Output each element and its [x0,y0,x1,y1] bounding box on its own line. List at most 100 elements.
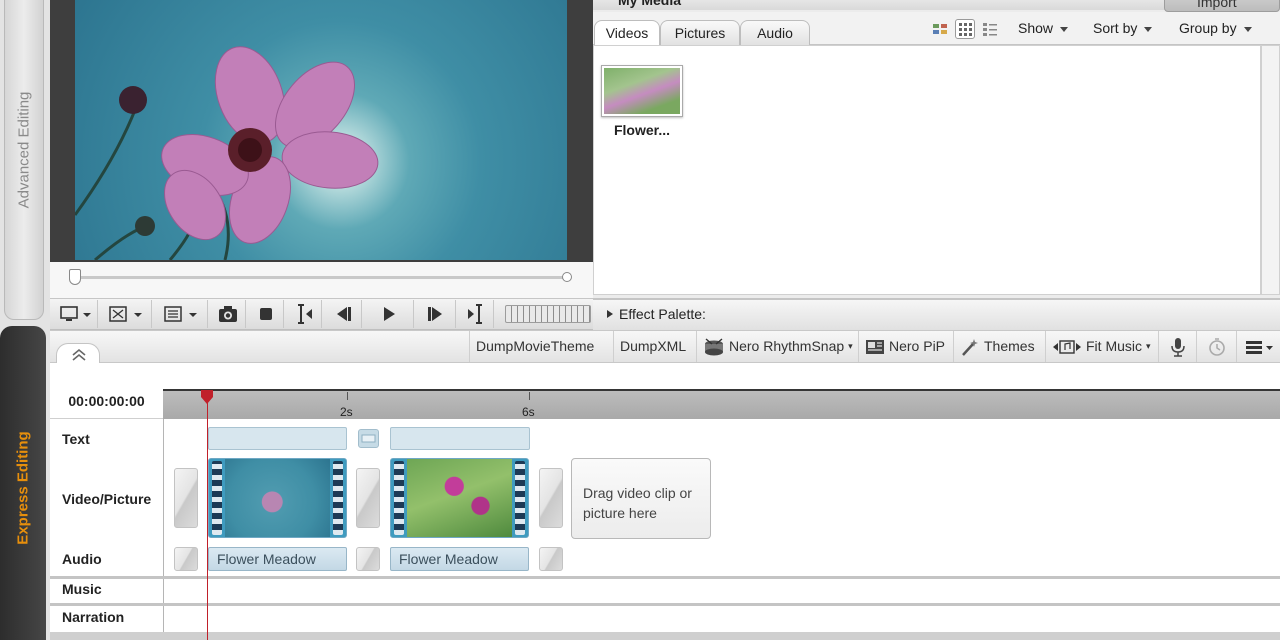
details-view-button[interactable] [980,19,1000,39]
audio-transition-slot[interactable] [356,547,380,571]
play-button[interactable] [364,300,414,328]
media-item-label: Flower... [613,122,670,138]
dump-xml-button[interactable]: DumpXML [613,331,692,362]
magic-wand-icon [962,338,978,356]
tab-pictures[interactable]: Pictures [660,20,740,45]
track-label-text: Text [62,431,90,447]
go-to-start-button[interactable] [286,300,322,328]
menu-arrow-icon: ▾ [848,341,853,351]
show-dropdown-label: Show [1018,20,1054,36]
previous-frame-button[interactable] [324,300,362,328]
express-editing-tab[interactable]: Express Editing [0,326,46,640]
timer-button[interactable] [1196,331,1236,362]
text-transition-slot[interactable] [358,429,379,448]
more-options-button[interactable] [1236,331,1280,362]
jog-shuttle-slider[interactable] [505,305,591,323]
fullscreen-icon [108,306,142,322]
text-transition-icon [361,434,376,443]
chevron-up-double-icon [72,348,86,361]
scrubber-area [50,262,593,298]
dump-movie-theme-button[interactable]: DumpMovieTheme [469,331,600,362]
media-library-list [593,45,1261,295]
advanced-editing-tab[interactable]: Advanced Editing [4,0,44,320]
show-dropdown[interactable]: Show [1018,20,1069,36]
chevron-down-icon [1060,26,1069,32]
go-to-end-icon [467,304,482,324]
next-frame-button[interactable] [416,300,456,328]
collapse-timeline-button[interactable] [56,343,100,363]
position-slider-handle[interactable] [69,269,81,285]
group-by-dropdown[interactable]: Group by [1179,20,1252,36]
audio-clip[interactable]: Flower Meadow [208,547,347,571]
sort-by-dropdown[interactable]: Sort by [1093,20,1153,36]
audio-clip[interactable]: Flower Meadow [390,547,529,571]
video-clip[interactable] [208,458,347,538]
audio-transition-slot[interactable] [174,547,198,571]
camera-icon [218,306,237,322]
fit-music-button[interactable]: Fit Music ▾ [1045,331,1157,362]
import-button[interactable]: Import [1164,0,1280,12]
ruler-tick [347,392,348,400]
timeline-ruler[interactable] [163,389,1280,419]
position-slider-track[interactable] [72,276,569,279]
ruler-tick [529,392,530,400]
transition-slot[interactable] [356,468,380,528]
tab-videos[interactable]: Videos [594,20,660,46]
ruler-tick-label: 6s [522,405,535,419]
media-item-thumbnail[interactable] [601,65,683,117]
track-label-audio: Audio [62,551,102,567]
large-icons-view-button[interactable] [930,19,950,39]
media-library-scrollbar[interactable] [1261,45,1280,295]
chevron-down-icon [1144,26,1153,32]
display-mode-button[interactable] [52,300,98,328]
transition-slot[interactable] [539,468,563,528]
timecode-display: 00:00:00:00 [50,389,163,419]
drum-icon [705,337,723,355]
fullscreen-button[interactable] [100,300,152,328]
preview-video-frame [75,0,567,260]
record-narration-button[interactable] [1158,331,1196,362]
expand-right-icon [607,310,613,318]
fit-music-icon [1053,339,1081,354]
advanced-editing-label: Advanced Editing [15,91,33,209]
picture-in-picture-icon [866,339,884,354]
effect-palette-toggle[interactable]: Effect Palette: [605,306,706,322]
dump-movie-theme-label: DumpMovieTheme [476,338,595,354]
flower-preview-image [75,46,379,260]
video-clip-thumbnail [225,459,330,537]
snapshot-button[interactable] [210,300,246,328]
video-clip-thumbnail [407,459,512,537]
timeline-scrollbar[interactable] [50,632,1280,640]
audio-transition-slot[interactable] [539,547,563,571]
text-slot[interactable] [208,427,347,450]
nero-rhythmsnap-label: Nero RhythmSnap [729,338,845,354]
express-editing-label: Express Editing [14,431,32,545]
fit-music-label: Fit Music [1086,338,1142,354]
playhead-line [207,400,208,640]
group-by-dropdown-label: Group by [1179,20,1237,36]
playhead-marker-icon [201,390,213,404]
playhead-handle[interactable] [200,389,214,405]
themes-label: Themes [984,338,1035,354]
tab-audio[interactable]: Audio [740,20,810,45]
position-slider-end-marker [562,272,572,282]
small-icons-view-icon [959,23,972,36]
go-to-end-button[interactable] [458,300,494,328]
nero-rhythmsnap-button[interactable]: Nero RhythmSnap ▾ [696,331,859,362]
themes-button[interactable]: Themes [953,331,1041,362]
chevron-down-icon [1243,26,1252,32]
track-label-narration: Narration [62,609,125,625]
drop-target[interactable]: Drag video clip or picture here [571,458,711,539]
small-icons-view-button[interactable] [955,19,975,39]
text-slot[interactable] [390,427,530,450]
stop-icon [259,308,272,320]
nero-pip-button[interactable]: Nero PiP [858,331,951,362]
large-icons-view-icon [933,24,947,34]
stopwatch-icon [1208,337,1225,356]
effect-palette-label: Effect Palette: [619,306,706,322]
transition-slot[interactable] [174,468,198,528]
video-clip[interactable] [390,458,529,538]
chapter-button[interactable] [154,300,208,328]
media-item-image [604,68,680,114]
stop-button[interactable] [248,300,284,328]
